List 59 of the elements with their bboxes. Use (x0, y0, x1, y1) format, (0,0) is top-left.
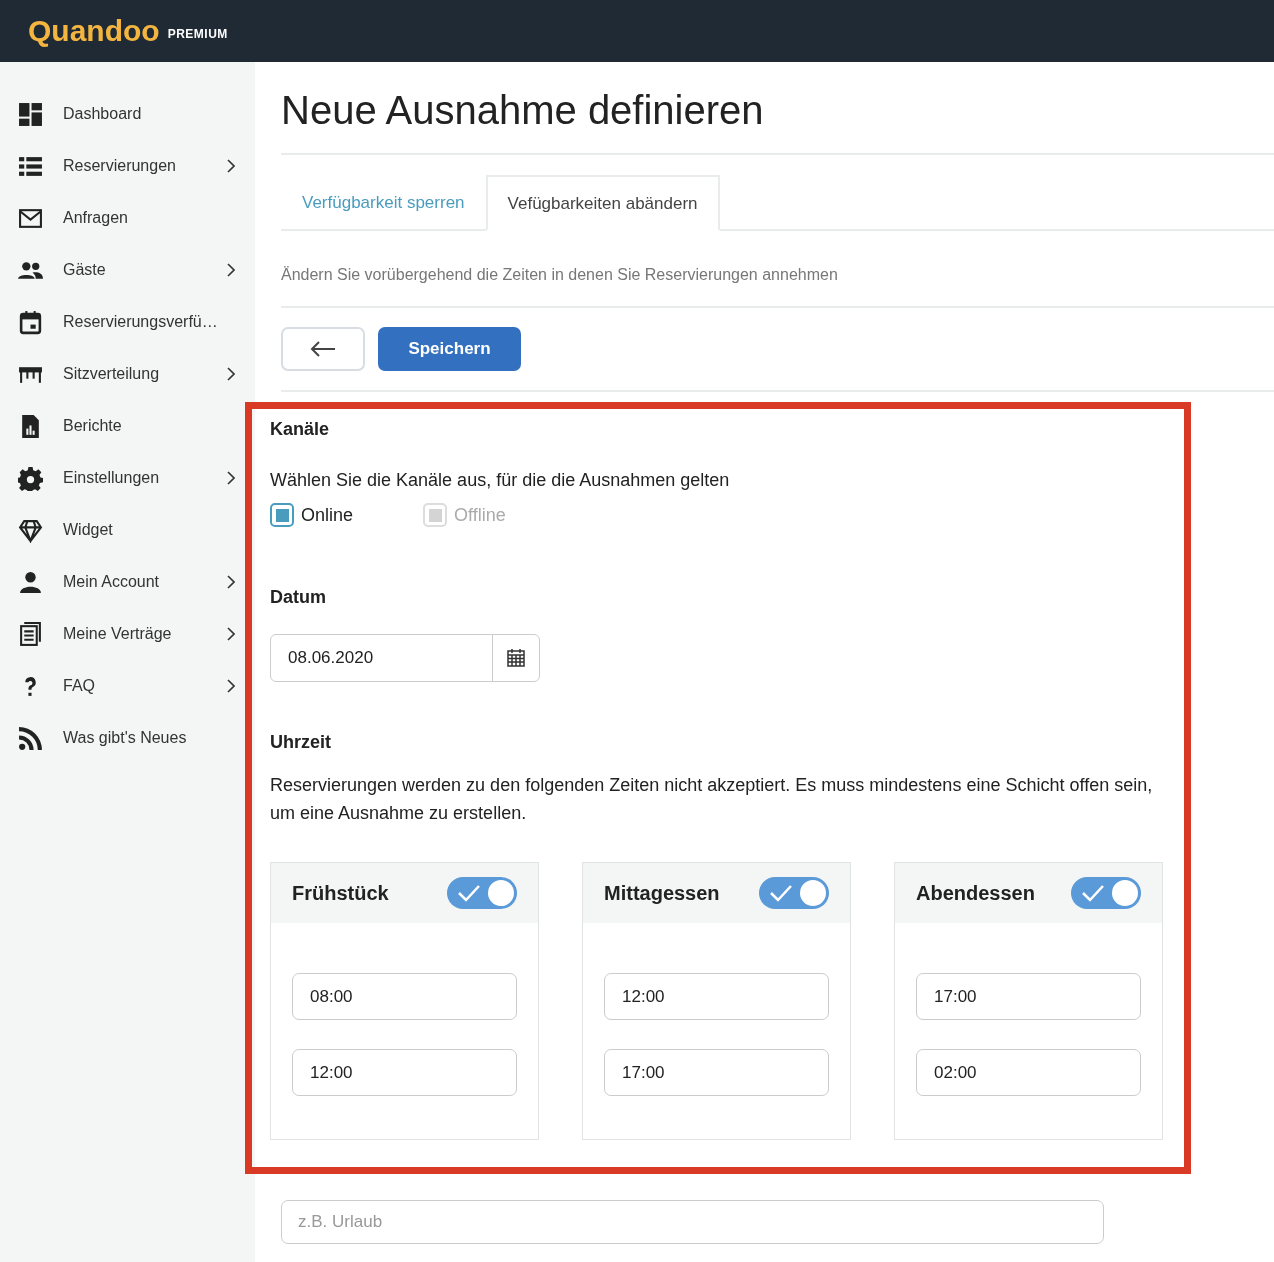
hint-text: Wählen Sie die Kanäle aus, für die die Ausnahmen gelten (270, 470, 731, 491)
sidebar-item[interactable]: Gäste (0, 244, 255, 296)
section-heading: Kanäle (270, 419, 331, 440)
time-input[interactable]: 17:00 (916, 973, 1141, 1020)
section-heading: Uhrzeit (270, 732, 332, 753)
shift-toggle[interactable] (759, 877, 829, 909)
sidebar-item[interactable]: Meine Verträge (0, 608, 255, 660)
check-icon (769, 884, 793, 902)
channel-checkbox[interactable]: Online (270, 503, 354, 527)
time-input[interactable]: 12:00 (292, 1049, 517, 1096)
logo[interactable]: Quandoo (28, 14, 160, 48)
sidebar-item[interactable]: Widget (0, 504, 255, 556)
sidebar-item[interactable]: Berichte (0, 400, 255, 452)
sidebar-item[interactable]: FAQ (0, 660, 255, 712)
date-field[interactable]: 08.06.2020 (270, 634, 540, 682)
chevron-icon (227, 575, 235, 589)
check-icon (1081, 884, 1105, 902)
note-input[interactable]: z.B. Urlaub (281, 1200, 1104, 1244)
description-text: Ändern Sie vorübergehend die Zeiten in denen Sie Reservierungen annehmen (281, 231, 1274, 308)
settings-icon (18, 465, 43, 491)
chevron-icon (227, 627, 235, 641)
person-icon (18, 569, 43, 595)
sidebar-item[interactable]: Einstellungen (0, 452, 255, 504)
sidebar-item[interactable]: Sitzverteilung (0, 348, 255, 400)
document-icon (18, 621, 43, 647)
page-title: Neue Ausnahme definieren (281, 62, 1274, 155)
sidebar-item[interactable]: Reservierungsverfü… (0, 296, 255, 348)
shift-toggle[interactable] (447, 877, 517, 909)
back-arrow-icon (310, 341, 336, 357)
chevron-icon (227, 159, 235, 173)
tab[interactable]: Vefügbarkeiten abändern (485, 175, 720, 231)
shift-name: Mittagessen (604, 881, 720, 905)
chevron-icon (227, 263, 235, 277)
check-icon (457, 884, 481, 902)
save-button[interactable]: Speichern (378, 327, 521, 371)
chevron-icon (227, 471, 235, 485)
back-button[interactable] (281, 327, 365, 371)
shift-toggle[interactable] (1071, 877, 1141, 909)
diamond-icon (18, 517, 43, 543)
sidebar-item[interactable]: Dashboard (0, 88, 255, 140)
time-input[interactable]: 17:00 (604, 1049, 829, 1096)
rss-icon (18, 725, 43, 751)
calendar-icon (18, 309, 43, 335)
hint-text: Reservierungen werden zu den folgenden Zeiten nicht akzeptiert. Es muss mindestens eine Schicht offen sein, um eine Ausnahme zu erstellen. (270, 774, 1154, 825)
shift-name: Abendessen (916, 881, 1035, 905)
shift-name: Frühstück (292, 881, 389, 905)
time-input[interactable]: 08:00 (292, 973, 517, 1020)
chevron-icon (227, 367, 235, 381)
premium-label: PREMIUM (167, 26, 228, 41)
sidebar-item[interactable]: Was gibt's Neues (0, 712, 255, 764)
sidebar-item[interactable]: Mein Account (0, 556, 255, 608)
section-heading: Datum (270, 587, 327, 608)
chevron-icon (227, 679, 235, 693)
time-input[interactable]: 02:00 (916, 1049, 1141, 1096)
calendar-icon (506, 648, 526, 668)
sidebar-item[interactable]: Reservierungen (0, 140, 255, 192)
sidebar-item[interactable]: Anfragen (0, 192, 255, 244)
time-input[interactable]: 12:00 (604, 973, 829, 1020)
dashboard-icon (18, 101, 43, 127)
